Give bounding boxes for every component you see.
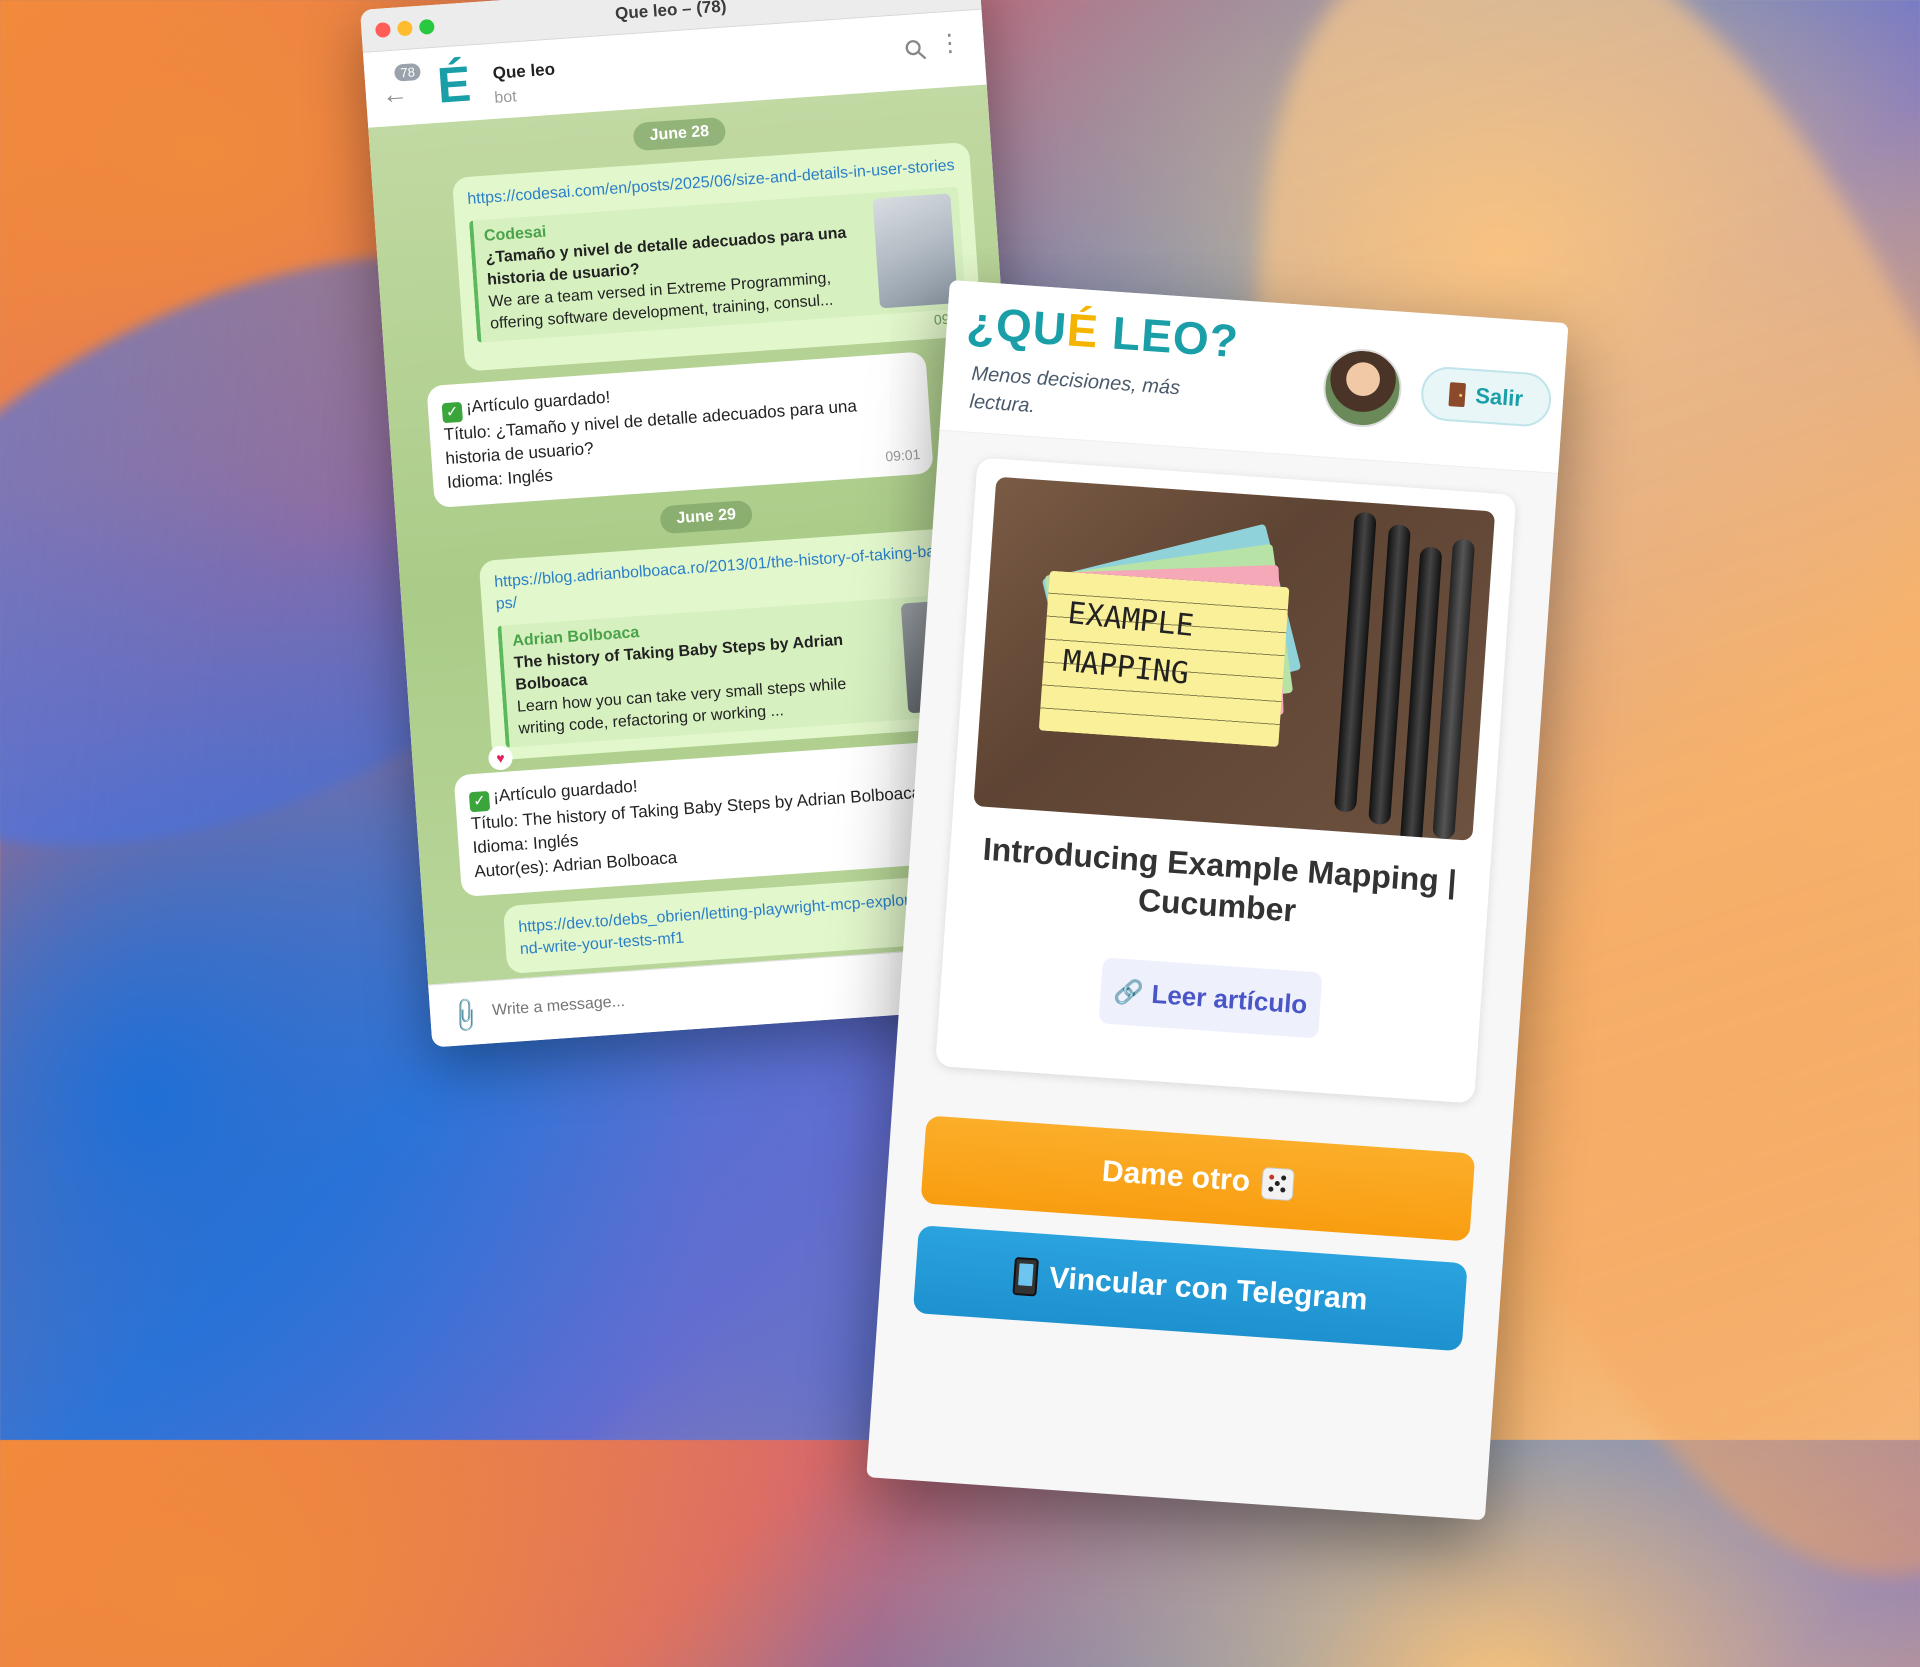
logout-button[interactable]: Salir [1419, 365, 1553, 429]
unread-badge: 78 [393, 62, 422, 82]
que-leo-web-app: ¿QUÉ LEO? Menos decisiones, más lectura.… [866, 280, 1569, 1521]
logo-text: LEO? [1096, 305, 1241, 368]
message-input[interactable] [489, 973, 894, 1022]
article-title: Introducing Example Mapping | Cucumber [981, 830, 1458, 929]
telegram-label: Vincular con Telegram [1047, 1261, 1369, 1317]
back-arrow-icon[interactable]: ← [381, 78, 409, 111]
heart-reaction-icon[interactable]: ♥ [487, 745, 514, 771]
logout-label: Salir [1474, 382, 1524, 412]
sticky-note-text: EXAMPLE MAPPING [1060, 590, 1196, 699]
preview-thumbnail [872, 193, 958, 309]
logo-accent: É [1065, 303, 1101, 358]
message-time: 09:01 [884, 446, 921, 465]
dice-icon [1260, 1166, 1295, 1202]
app-logo[interactable]: ¿QUÉ LEO? [965, 295, 1240, 368]
link-icon: 🔗 [1112, 977, 1145, 1007]
bot-avatar[interactable]: É [436, 56, 473, 114]
incoming-message[interactable]: ✓ ¡Artículo guardado! Título: ¿Tamaño y n… [426, 351, 934, 508]
date-separator: June 29 [659, 499, 753, 535]
logo-text: ¿QU [965, 296, 1069, 356]
check-mark-icon: ✓ [441, 401, 463, 424]
more-options-icon[interactable]: ⋮ [937, 29, 963, 58]
outgoing-message[interactable]: https://codesai.com/en/posts/2025/06/siz… [451, 141, 983, 372]
check-mark-icon: ✓ [468, 790, 491, 813]
article-image: EXAMPLE MAPPING [973, 476, 1496, 841]
incoming-message[interactable]: ✓ ¡Artículo guardado! Título: The history… [453, 740, 961, 898]
link-telegram-button[interactable]: Vincular con Telegram [912, 1225, 1468, 1352]
another-label: Dame otro [1100, 1154, 1252, 1199]
mobile-phone-icon [1011, 1256, 1039, 1297]
attach-paperclip-icon[interactable]: 📎 [445, 995, 487, 1036]
article-card: EXAMPLE MAPPING Introducing Example Mapp… [935, 457, 1517, 1104]
another-article-button[interactable]: Dame otro [920, 1115, 1476, 1242]
marker-pen [1333, 511, 1377, 813]
door-icon [1448, 382, 1467, 408]
chat-name[interactable]: Que leo [492, 60, 556, 84]
date-separator: June 28 [632, 116, 727, 152]
search-icon[interactable] [903, 38, 927, 61]
chat-status: bot [493, 88, 518, 107]
read-article-button[interactable]: 🔗 Leer artículo [1098, 957, 1323, 1039]
read-article-label: Leer artículo [1150, 978, 1309, 1020]
tagline: Menos decisiones, más lectura. [968, 362, 1181, 418]
user-avatar[interactable] [1320, 346, 1405, 430]
